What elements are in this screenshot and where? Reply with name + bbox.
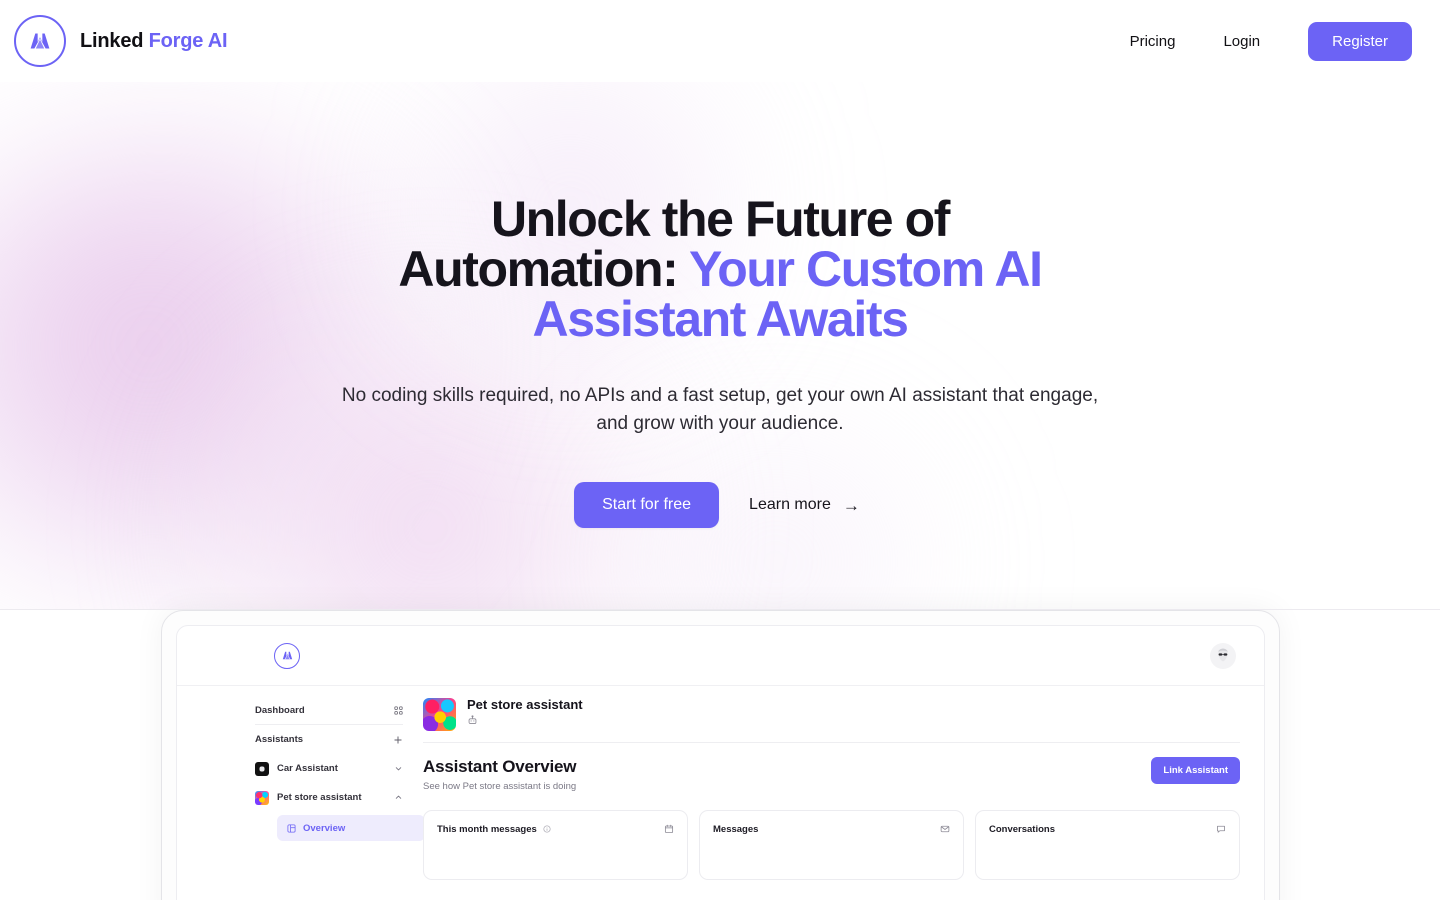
top-navbar: Linked Forge AI Pricing Login Register [0,0,1440,82]
stat-card-conversations[interactable]: Conversations [975,810,1240,880]
overview-subtitle: See how Pet store assistant is doing [423,781,577,792]
headline-line-3-accent: Assistant Awaits [532,291,909,347]
stat-card-messages[interactable]: Messages [699,810,964,880]
sidebar-item-label: Car Assistant [277,763,338,774]
overview-title: Assistant Overview [423,757,577,776]
chevron-up-icon[interactable] [394,793,403,802]
stat-card-label: Conversations [989,824,1055,835]
envelope-icon [940,824,950,834]
arrow-right-icon: → [842,495,860,515]
sidebar-subitem-label: Overview [303,822,346,834]
headline-line-2-accent: Your Custom AI [688,241,1043,297]
assistant-name: Pet store assistant [467,697,583,712]
hero-subheadline: No coding skills required, no APIs and a… [341,385,1099,435]
brand-logo[interactable]: Linked Forge AI [14,15,228,67]
chevron-down-icon[interactable] [394,764,403,773]
brand-name-part2: Forge AI [148,29,228,52]
link-assistant-button[interactable]: Link Assistant [1151,757,1240,784]
sidebar-item-dashboard[interactable]: Dashboard [255,696,403,725]
learn-more-label: Learn more [749,496,831,514]
chat-bubble-icon [1216,824,1226,834]
assistant-header: Pet store assistant [423,697,1240,743]
stat-cards-row: This month messages Messages Conversatio… [423,810,1240,880]
hero-headline: Unlock the Future of Automation: Your Cu… [360,194,1080,344]
dashboard-preview-screen: Dashboard Assistants Car Assistant Pet s… [176,625,1265,900]
sidebar-item-label: Dashboard [255,704,305,716]
headline-line-1: Unlock the Future of [490,191,951,247]
sidebar-section-assistants[interactable]: Assistants [255,725,403,754]
hero-cta-row: Start for free Learn more → [574,482,866,529]
dashboard-topbar [177,626,1264,686]
hero-section: Unlock the Future of Automation: Your Cu… [0,82,1440,610]
robot-icon [467,715,583,726]
layout-panel-icon [287,824,296,833]
stat-card-label: This month messages [437,824,537,835]
landing-page: Linked Forge AI Pricing Login Register U… [0,0,1440,900]
learn-more-button[interactable]: Learn more → [743,486,866,524]
start-for-free-button[interactable]: Start for free [574,482,720,529]
brand-name-part1: Linked [80,29,144,52]
dashboard-body: Dashboard Assistants Car Assistant Pet s… [177,686,1264,900]
nav-link-login[interactable]: Login [1199,23,1284,60]
nav-link-pricing[interactable]: Pricing [1106,23,1200,60]
sidebar-section-label: Assistants [255,734,304,745]
dashboard-preview-frame: Dashboard Assistants Car Assistant Pet s… [161,610,1280,900]
mountain-peaks-logo-icon [14,15,66,67]
headline-line-2-plain: Automation: [398,241,689,297]
plus-icon[interactable] [393,735,403,745]
navbar-actions: Pricing Login Register [1106,21,1412,61]
dashboard-sidebar: Dashboard Assistants Car Assistant Pet s… [177,686,425,900]
grid-icon [394,705,403,715]
pet-store-assistant-avatar [423,698,456,731]
mountain-peaks-logo-icon [274,642,300,669]
stat-card-this-month-messages[interactable]: This month messages [423,810,688,880]
sidebar-item-label: Pet store assistant [277,792,362,803]
calendar-icon [664,824,674,834]
stat-card-label: Messages [713,824,759,835]
dashboard-main: Pet store assistant Assistant Overview S… [417,686,1264,900]
sidebar-subitem-overview[interactable]: Overview [277,815,425,841]
brand-name: Linked Forge AI [80,29,228,53]
pet-store-assistant-avatar [255,790,269,805]
sidebar-item-pet-store-assistant[interactable]: Pet store assistant [255,783,403,812]
register-button[interactable]: Register [1308,21,1412,61]
overview-header: Assistant Overview See how Pet store ass… [423,757,1240,792]
user-avatar[interactable] [1210,642,1236,669]
car-assistant-avatar [255,761,269,776]
sidebar-item-car-assistant[interactable]: Car Assistant [255,754,403,783]
info-circle-icon[interactable] [543,825,551,833]
